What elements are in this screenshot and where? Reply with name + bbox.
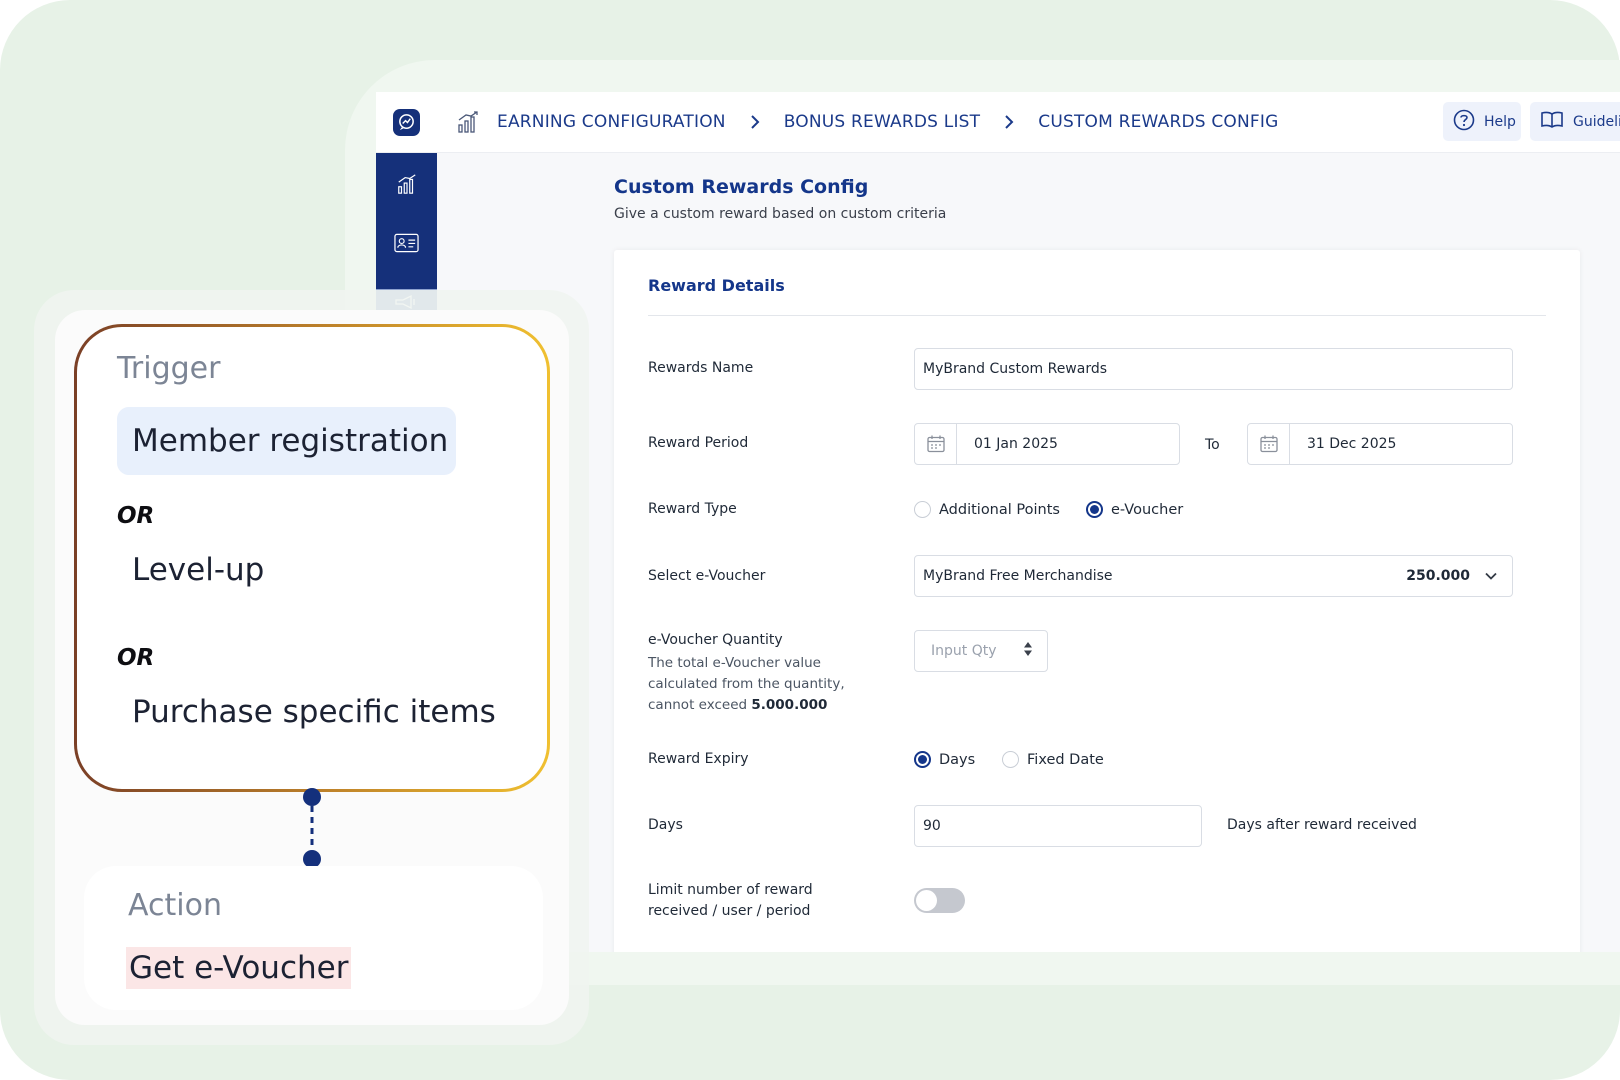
calendar-icon[interactable] <box>915 424 957 464</box>
breadcrumb-earning-configuration[interactable]: EARNING CONFIGURATION <box>497 112 726 132</box>
radio-label: e-Voucher <box>1111 501 1184 518</box>
rewards-name-input[interactable]: MyBrand Custom Rewards <box>914 348 1513 390</box>
reward-type-label: Reward Type <box>648 501 737 517</box>
action-get-e-voucher: Get e-Voucher <box>126 947 352 989</box>
or-label: OR <box>117 503 155 529</box>
chevron-right-icon <box>1004 114 1014 130</box>
radio-fixed-date[interactable]: Fixed Date <box>1002 751 1104 768</box>
guidelines-button[interactable]: Guidelin <box>1530 102 1620 141</box>
radio-button-selected[interactable] <box>914 751 931 768</box>
days-suffix: Days after reward received <box>1227 817 1417 833</box>
rewards-name-value: MyBrand Custom Rewards <box>923 361 1108 377</box>
quantity-placeholder: Input Qty <box>931 643 997 659</box>
breadcrumb-bonus-rewards-list[interactable]: BONUS REWARDS LIST <box>784 112 981 132</box>
trigger-card: Trigger Member registration OR Level-up … <box>74 324 550 792</box>
trigger-option-level-up: Level-up <box>132 552 265 588</box>
action-card: Action Get e-Voucher <box>84 866 543 1010</box>
or-label: OR <box>117 645 155 671</box>
radio-label: Days <box>939 751 976 768</box>
period-to-label: To <box>1205 437 1220 453</box>
top-bar: EARNING CONFIGURATION BONUS REWARDS LIST… <box>376 92 1620 153</box>
rewards-name-label: Rewards Name <box>648 360 754 376</box>
radio-e-voucher[interactable]: e-Voucher <box>1086 501 1183 518</box>
bar-chart-icon <box>397 173 416 194</box>
trigger-option-purchase-items: Purchase specific items <box>132 694 496 730</box>
voucher-select[interactable]: MyBrand Free Merchandise 250.000 <box>914 555 1513 597</box>
question-circle-icon <box>1453 109 1475 135</box>
reward-details-card: Reward Details Rewards Name MyBrand Cust… <box>614 250 1580 952</box>
breadcrumb: EARNING CONFIGURATION BONUS REWARDS LIST… <box>497 110 1278 134</box>
radio-button-selected[interactable] <box>1086 501 1103 518</box>
bar-chart-icon <box>456 110 480 134</box>
page-subtitle: Give a custom reward based on custom cri… <box>614 206 947 222</box>
chevron-down-icon[interactable] <box>1484 569 1498 587</box>
limit-label-line2: received / user / period <box>648 903 811 919</box>
quantity-stepper[interactable]: Input Qty <box>914 630 1048 672</box>
flow-connector <box>303 788 321 868</box>
reward-expiry-label: Reward Expiry <box>648 751 749 767</box>
help-label: Help <box>1484 113 1516 130</box>
sidebar-item-members[interactable] <box>394 230 419 255</box>
voucher-amount: 250.000 <box>1406 568 1470 584</box>
breadcrumb-custom-rewards-config: CUSTOM REWARDS CONFIG <box>1038 112 1279 132</box>
radio-days[interactable]: Days <box>914 751 975 768</box>
reward-period-label: Reward Period <box>648 435 749 451</box>
days-label: Days <box>648 817 683 833</box>
book-icon <box>1540 110 1564 134</box>
days-value: 90 <box>923 818 941 834</box>
start-date-value: 01 Jan 2025 <box>974 436 1058 452</box>
limit-label-line1: Limit number of reward <box>648 882 813 898</box>
app-logo-icon[interactable] <box>393 109 420 136</box>
limit-toggle-label: Limit number of reward received / user /… <box>648 880 813 922</box>
end-date-input[interactable]: 31 Dec 2025 <box>1247 423 1513 465</box>
section-title: Reward Details <box>648 276 785 295</box>
id-card-icon <box>394 233 419 252</box>
voucher-quantity-note: The total e-Voucher value calculated fro… <box>648 653 878 716</box>
up-down-arrows-icon[interactable] <box>1023 641 1033 661</box>
page-title: Custom Rewards Config <box>614 176 869 198</box>
sidebar-item-analytics[interactable] <box>394 171 419 196</box>
limit-toggle[interactable] <box>914 888 965 913</box>
trigger-option-member-registration: Member registration <box>117 407 456 475</box>
select-voucher-label: Select e-Voucher <box>648 568 766 584</box>
help-button[interactable]: Help <box>1443 102 1521 141</box>
radio-label: Additional Points <box>939 501 1060 518</box>
chevron-right-icon <box>750 114 760 130</box>
voucher-quantity-label: e-Voucher Quantity <box>648 632 783 648</box>
action-title: Action <box>128 888 222 923</box>
start-date-input[interactable]: 01 Jan 2025 <box>914 423 1180 465</box>
radio-button[interactable] <box>914 501 931 518</box>
voucher-select-value: MyBrand Free Merchandise <box>923 568 1113 584</box>
radio-label: Fixed Date <box>1027 751 1104 768</box>
calendar-icon[interactable] <box>1248 424 1290 464</box>
end-date-value: 31 Dec 2025 <box>1307 436 1397 452</box>
guidelines-label: Guidelin <box>1573 113 1620 130</box>
radio-additional-points[interactable]: Additional Points <box>914 501 1060 518</box>
quantity-limit-value: 5.000.000 <box>751 697 828 713</box>
section-divider <box>648 315 1546 316</box>
trigger-title: Trigger <box>117 351 221 386</box>
radio-button[interactable] <box>1002 751 1019 768</box>
trigger-card-body: Trigger Member registration OR Level-up … <box>77 327 547 789</box>
days-input[interactable]: 90 <box>914 805 1202 847</box>
